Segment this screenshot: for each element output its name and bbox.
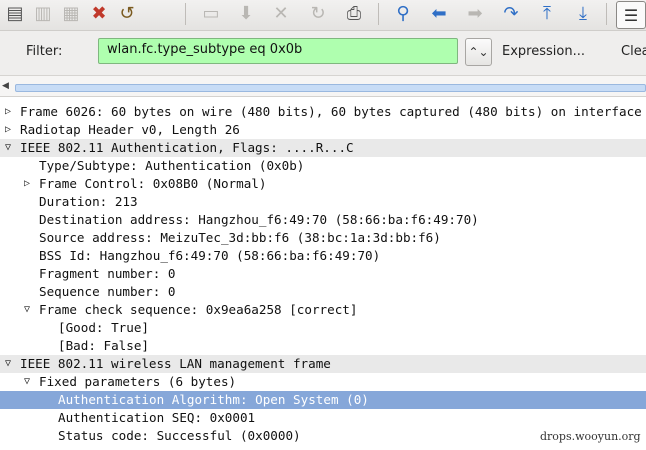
tree-row[interactable]: ▷ Frame 6026: 60 bytes on wire (480 bits…: [0, 103, 646, 121]
tree-row-label: Authentication Algorithm: Open System (0…: [58, 392, 369, 407]
tree-row-label: Frame check sequence: 0x9ea6a258 [correc…: [39, 302, 358, 317]
tree-row-label: Fragment number: 0: [39, 266, 176, 281]
tree-row[interactable]: [Bad: False]: [0, 337, 646, 355]
close-file-icon[interactable]: ✖: [86, 2, 112, 26]
toolbar-separator: [378, 3, 379, 25]
tree-row-label: IEEE 802.11 wireless LAN management fram…: [20, 356, 331, 371]
tree-row[interactable]: Destination address: Hangzhou_f6:49:70 (…: [0, 211, 646, 229]
find-icon[interactable]: ⚲: [390, 2, 416, 26]
tree-row-label: IEEE 802.11 Authentication, Flags: ....R…: [20, 140, 354, 155]
collapse-icon[interactable]: ▽: [21, 301, 33, 319]
clear-button[interactable]: Clear: [621, 44, 646, 59]
colorize-icon[interactable]: ☰: [616, 1, 646, 29]
tree-row-label: Destination address: Hangzhou_f6:49:70 (…: [39, 212, 479, 227]
collapse-icon[interactable]: ▽: [21, 373, 33, 391]
delete-icon[interactable]: ✕: [268, 2, 294, 26]
tree-row-label: Duration: 213: [39, 194, 138, 209]
first-packet-icon[interactable]: ⤒: [534, 2, 560, 26]
expand-icon[interactable]: ▷: [2, 121, 14, 139]
refresh-icon[interactable]: ↻: [305, 2, 331, 26]
tree-row[interactable]: Duration: 213: [0, 193, 646, 211]
print-icon[interactable]: ⎙: [341, 2, 367, 26]
go-forward-icon[interactable]: ➡: [462, 2, 488, 26]
tree-row-label: [Good: True]: [58, 320, 149, 335]
tree-row[interactable]: Type/Subtype: Authentication (0x0b): [0, 157, 646, 175]
filter-label: Filter:: [26, 44, 63, 59]
scroll-left-icon[interactable]: ◀: [2, 81, 9, 91]
tree-row-label: Source address: MeizuTec_3d:bb:f6 (38:bc…: [39, 230, 441, 245]
tree-row[interactable]: ▷ Radiotap Header v0, Length 26: [0, 121, 646, 139]
tree-row-selected[interactable]: Authentication Algorithm: Open System (0…: [0, 391, 646, 409]
filter-dropdown-button[interactable]: ⌃⌄: [465, 38, 492, 66]
collapse-icon[interactable]: ▽: [2, 355, 14, 373]
folder-icon[interactable]: ▭: [198, 2, 224, 26]
tree-row[interactable]: ▽ Frame check sequence: 0x9ea6a258 [corr…: [0, 301, 646, 319]
recent-file-icon[interactable]: ▥: [30, 2, 56, 26]
tree-row[interactable]: Authentication SEQ: 0x0001: [0, 409, 646, 427]
tree-row[interactable]: Source address: MeizuTec_3d:bb:f6 (38:bc…: [0, 229, 646, 247]
tree-row[interactable]: ▽ Fixed parameters (6 bytes): [0, 373, 646, 391]
tree-row-label: Authentication SEQ: 0x0001: [58, 410, 256, 425]
download-icon[interactable]: ⬇: [233, 2, 259, 26]
reload-file-icon[interactable]: ↺: [114, 2, 140, 26]
tree-row[interactable]: Sequence number: 0: [0, 283, 646, 301]
open-file-icon[interactable]: ▤: [2, 2, 28, 26]
go-back-icon[interactable]: ⬅: [426, 2, 452, 26]
tree-row-label: Type/Subtype: Authentication (0x0b): [39, 158, 305, 173]
tree-row-label: Status code: Successful (0x0000): [58, 428, 301, 443]
expand-icon[interactable]: ▷: [2, 103, 14, 121]
tree-row-label: Frame Control: 0x08B0 (Normal): [39, 176, 267, 191]
tree-row-label: BSS Id: Hangzhou_f6:49:70 (58:66:ba:f6:4…: [39, 248, 381, 263]
main-toolbar: ▤ ▥ ▦ ✖ ↺ ▭ ⬇ ✕ ↻ ⎙ ⚲ ⬅ ➡ ↷ ⤒ ⤓ ☰: [0, 0, 646, 31]
tree-row[interactable]: ▽ IEEE 802.11 wireless LAN management fr…: [0, 355, 646, 373]
tree-row[interactable]: Fragment number: 0: [0, 265, 646, 283]
scrollbar-thumb[interactable]: [15, 84, 646, 92]
tree-row[interactable]: BSS Id: Hangzhou_f6:49:70 (58:66:ba:f6:4…: [0, 247, 646, 265]
expand-icon[interactable]: ▷: [21, 175, 33, 193]
watermark: drops.wooyun.org: [540, 430, 641, 443]
tree-row-label: [Bad: False]: [58, 338, 149, 353]
save-file-icon[interactable]: ▦: [58, 2, 84, 26]
toolbar-separator: [185, 3, 186, 25]
last-packet-icon[interactable]: ⤓: [570, 2, 596, 26]
tree-row-label: Fixed parameters (6 bytes): [39, 374, 237, 389]
expression-button[interactable]: Expression...: [502, 44, 585, 59]
tree-row-label: Radiotap Header v0, Length 26: [20, 122, 240, 137]
filter-input[interactable]: wlan.fc.type_subtype eq 0x0b: [98, 38, 458, 64]
tree-row[interactable]: ▷ Frame Control: 0x08B0 (Normal): [0, 175, 646, 193]
go-to-packet-icon[interactable]: ↷: [498, 2, 524, 26]
toolbar-separator: [606, 3, 607, 25]
filter-bar: Filter: wlan.fc.type_subtype eq 0x0b ⌃⌄ …: [0, 31, 646, 76]
tree-row[interactable]: [Good: True]: [0, 319, 646, 337]
chevron-updown-icon: ⌃⌄: [468, 45, 489, 59]
tree-row[interactable]: ▽ IEEE 802.11 Authentication, Flags: ...…: [0, 139, 646, 157]
tree-row-label: Frame 6026: 60 bytes on wire (480 bits),…: [20, 104, 646, 119]
collapse-icon[interactable]: ▽: [2, 139, 14, 157]
tree-row-label: Sequence number: 0: [39, 284, 176, 299]
